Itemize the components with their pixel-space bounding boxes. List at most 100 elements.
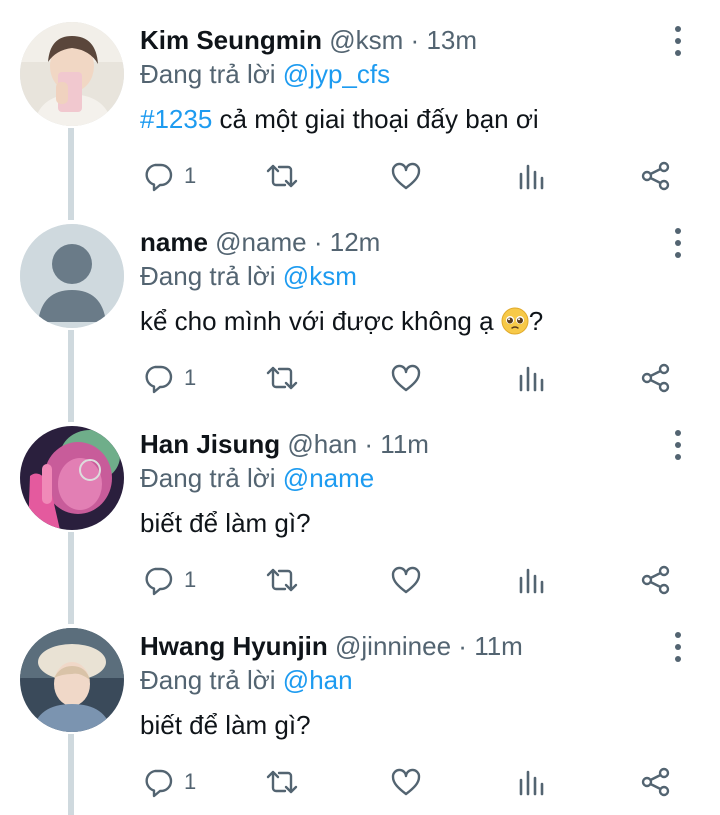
analytics-icon xyxy=(519,568,544,594)
author-name[interactable]: name xyxy=(140,227,208,257)
more-vertical-icon[interactable] xyxy=(668,228,688,258)
avatar[interactable] xyxy=(20,628,124,732)
author-handle[interactable]: @ksm xyxy=(329,25,403,55)
tweet[interactable]: Hwang Hyunjin @jinninee · 11m Đang trả l… xyxy=(0,606,720,808)
timestamp[interactable]: 13m xyxy=(426,25,477,55)
reply-to-handle[interactable]: @jyp_cfs xyxy=(283,59,390,89)
retweet-button[interactable] xyxy=(266,764,298,800)
analytics-icon xyxy=(519,164,544,190)
retweet-icon xyxy=(266,366,298,390)
analytics-button[interactable] xyxy=(516,764,548,800)
tweet[interactable]: Kim Seungmin @ksm · 13m Đang trả lời @jy… xyxy=(0,0,720,202)
analytics-icon xyxy=(519,770,544,796)
author-handle[interactable]: @jinninee xyxy=(335,631,451,661)
reply-icon xyxy=(145,567,173,596)
like-button[interactable] xyxy=(390,764,422,800)
retweet-icon xyxy=(266,164,298,188)
tweet-text-suffix: ? xyxy=(528,306,544,336)
reply-context: Đang trả lời @han xyxy=(140,664,353,696)
reply-context: Đang trả lời @ksm xyxy=(140,260,357,292)
more-vertical-icon[interactable] xyxy=(668,26,688,56)
tweet[interactable]: Han Jisung @han · 11m Đang trả lời @name… xyxy=(0,404,720,606)
heart-icon xyxy=(391,566,421,594)
like-button[interactable] xyxy=(390,360,422,396)
tweet-text-body: cả một giai thoại đấy bạn ơi xyxy=(212,104,539,134)
reply-icon xyxy=(145,163,173,192)
like-button[interactable] xyxy=(390,158,422,194)
reply-prefix: Đang trả lời xyxy=(140,261,276,291)
heart-icon xyxy=(391,364,421,392)
reply-to-handle[interactable]: @name xyxy=(283,463,374,493)
action-bar: 1 xyxy=(0,562,720,598)
reply-context: Đang trả lời @jyp_cfs xyxy=(140,58,390,90)
share-button[interactable] xyxy=(640,158,672,194)
author-handle[interactable]: @han xyxy=(287,429,357,459)
reply-count: 1 xyxy=(184,567,197,592)
retweet-button[interactable] xyxy=(266,360,298,396)
reply-prefix: Đang trả lời xyxy=(140,665,276,695)
separator-dot: · xyxy=(313,227,323,257)
share-icon xyxy=(641,363,670,393)
timestamp[interactable]: 11m xyxy=(380,429,429,459)
avatar[interactable] xyxy=(20,22,124,126)
reply-icon xyxy=(145,365,173,394)
more-vertical-icon[interactable] xyxy=(668,430,688,460)
reply-count: 1 xyxy=(184,769,197,794)
author-name[interactable]: Hwang Hyunjin xyxy=(140,631,328,661)
avatar[interactable] xyxy=(20,224,124,328)
share-icon xyxy=(641,161,670,191)
retweet-button[interactable] xyxy=(266,158,298,194)
tweet-text: #1235 cả một giai thoại đấy bạn ơi xyxy=(140,102,539,136)
share-button[interactable] xyxy=(640,764,672,800)
tweet-header: Han Jisung @han · 11m xyxy=(140,428,429,460)
author-handle[interactable]: @name xyxy=(215,227,306,257)
reply-icon xyxy=(145,769,173,798)
tweet-header: name @name · 12m xyxy=(140,226,380,258)
heart-icon xyxy=(391,162,421,190)
avatar[interactable] xyxy=(20,426,124,530)
separator-dot: · xyxy=(458,631,467,661)
reply-button[interactable]: 1 xyxy=(142,158,196,194)
share-button[interactable] xyxy=(640,562,672,598)
tweet-text: kể cho mình với được không ạ ? xyxy=(140,304,543,338)
reply-prefix: Đang trả lời xyxy=(140,463,276,493)
retweet-icon xyxy=(266,770,298,794)
author-name[interactable]: Kim Seungmin xyxy=(140,25,322,55)
share-icon xyxy=(641,565,670,595)
hashtag-link[interactable]: #1235 xyxy=(140,104,212,134)
like-button[interactable] xyxy=(390,562,422,598)
tweet[interactable]: name @name · 12m Đang trả lời @ksm kể ch… xyxy=(0,202,720,404)
timestamp[interactable]: 11m xyxy=(474,631,523,661)
reply-to-handle[interactable]: @ksm xyxy=(283,261,357,291)
reply-context: Đang trả lời @name xyxy=(140,462,374,494)
action-bar: 1 xyxy=(0,360,720,396)
tweet-header: Kim Seungmin @ksm · 13m xyxy=(140,24,477,56)
analytics-button[interactable] xyxy=(516,562,548,598)
reply-thread: Kim Seungmin @ksm · 13m Đang trả lời @jy… xyxy=(0,0,720,815)
tweet-text: biết để làm gì? xyxy=(140,710,311,740)
reply-count: 1 xyxy=(184,163,197,188)
reply-button[interactable]: 1 xyxy=(142,360,196,396)
reply-button[interactable]: 1 xyxy=(142,562,196,598)
share-button[interactable] xyxy=(640,360,672,396)
heart-icon xyxy=(391,768,421,796)
action-bar: 1 xyxy=(0,764,720,800)
retweet-icon xyxy=(266,568,298,592)
action-bar: 1 xyxy=(0,158,720,194)
more-vertical-icon[interactable] xyxy=(668,632,688,662)
pleading-face-emoji xyxy=(501,307,529,335)
author-name[interactable]: Han Jisung xyxy=(140,429,280,459)
analytics-button[interactable] xyxy=(516,158,548,194)
reply-count: 1 xyxy=(184,365,197,390)
analytics-button[interactable] xyxy=(516,360,548,396)
share-icon xyxy=(641,767,670,797)
separator-dot: · xyxy=(364,429,374,459)
timestamp[interactable]: 12m xyxy=(330,227,381,257)
reply-prefix: Đang trả lời xyxy=(140,59,276,89)
retweet-button[interactable] xyxy=(266,562,298,598)
separator-dot: · xyxy=(410,25,420,55)
reply-to-handle[interactable]: @han xyxy=(283,665,353,695)
tweet-text-body: kể cho mình với được không ạ xyxy=(140,306,501,336)
reply-button[interactable]: 1 xyxy=(142,764,196,800)
analytics-icon xyxy=(519,366,544,392)
